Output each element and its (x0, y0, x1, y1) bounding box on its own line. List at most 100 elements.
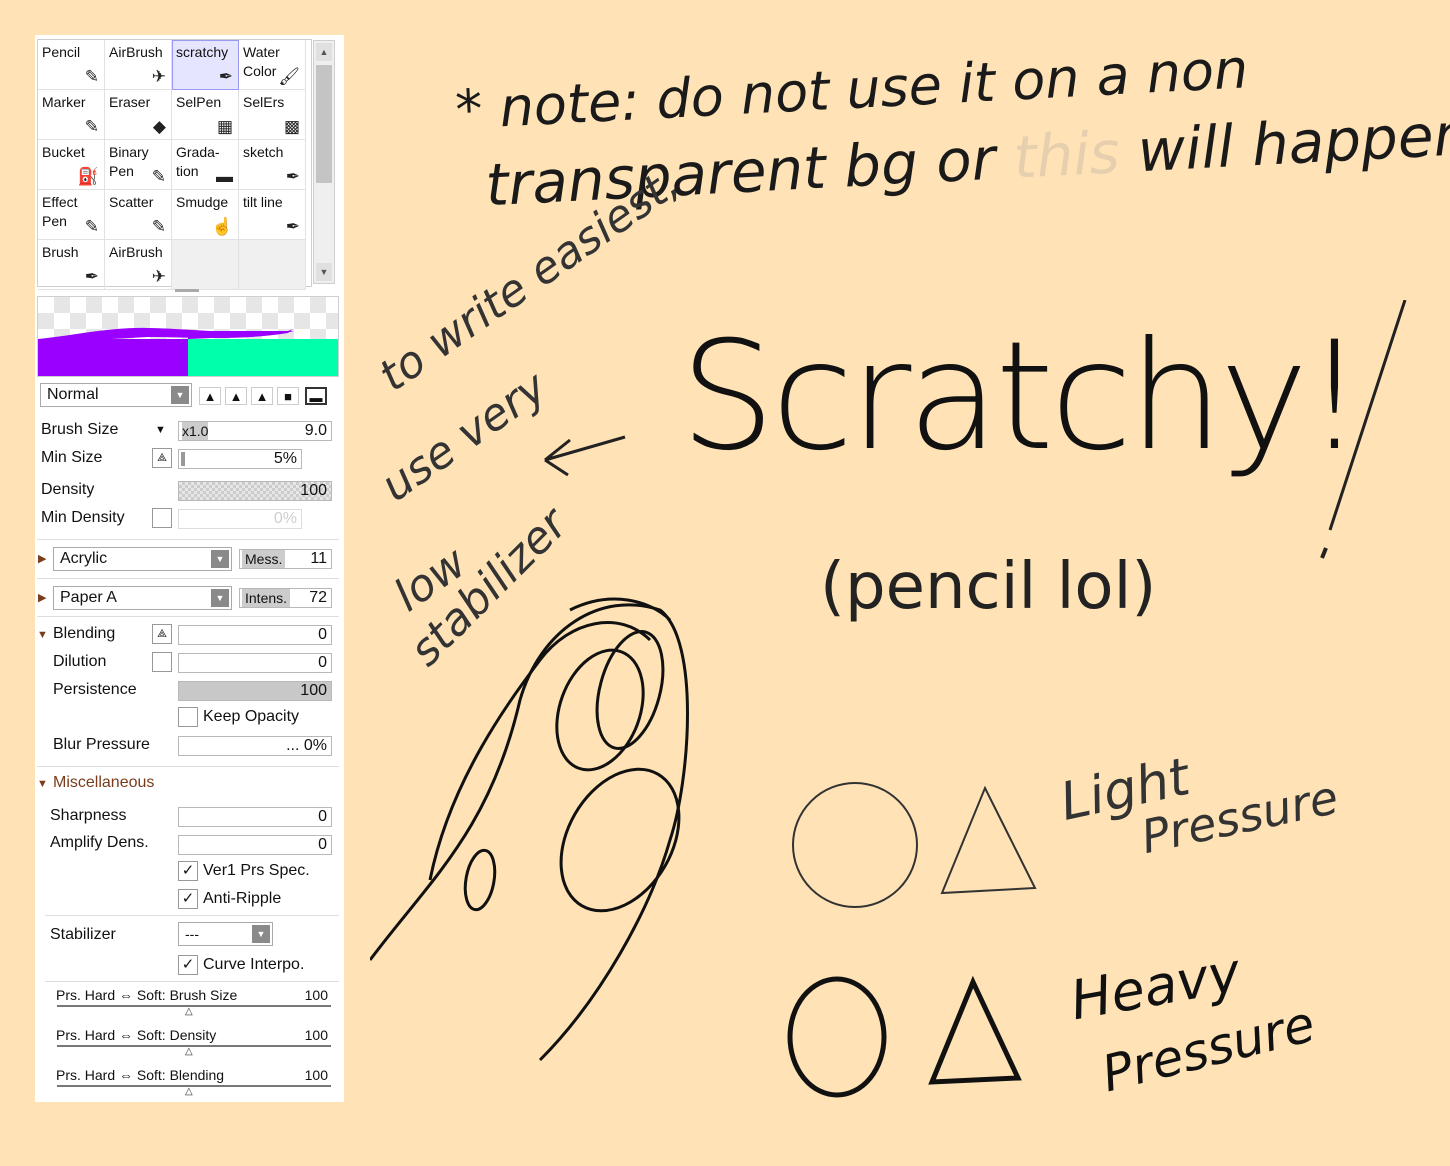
tool-brush[interactable]: Brush ✒ (38, 240, 105, 290)
tool-pencil[interactable]: Pencil ✎ (38, 40, 105, 90)
tool-eraser[interactable]: Eraser ◆ (105, 90, 172, 140)
brush-size-field[interactable]: x1.0 9.0 (178, 421, 332, 441)
collapse-triangle-icon[interactable]: ▼ (37, 778, 48, 790)
expand-triangle-icon[interactable]: ▶ (38, 591, 46, 604)
texture1-param-value: 11 (310, 550, 327, 567)
texture2-param-label: Intens. (242, 589, 291, 607)
tool-label: tilt line (243, 194, 283, 210)
pressure-icon[interactable]: ⟁ (152, 448, 172, 468)
texture2-select[interactable]: Paper A ▼ (53, 586, 232, 610)
note-line-2-part-a: transparent bg or (483, 124, 998, 220)
tool-scatter[interactable]: Scatter ✎ (105, 190, 172, 240)
blur-pressure-field[interactable]: ... 0% (178, 736, 332, 756)
tool-scratchy[interactable]: scratchy ✒ (172, 40, 239, 90)
chevron-down-icon[interactable]: ▼ (211, 589, 229, 607)
pressure-icon[interactable]: ⟁ (152, 624, 172, 644)
blend-mode-value: Normal (47, 386, 99, 403)
tool-grada-tion[interactable]: Grada- tion ▬ (172, 140, 239, 190)
prs-blending-slider[interactable]: △ (57, 1085, 331, 1097)
expand-triangle-icon[interactable]: ▶ (38, 552, 46, 565)
tool-label: Marker (42, 94, 86, 110)
curve-interpo-checkbox[interactable]: ✓ (178, 955, 198, 975)
texture2-value: Paper A (60, 589, 117, 606)
chevron-down-icon[interactable]: ▼ (211, 550, 229, 568)
tool-label: Scatter (109, 194, 154, 210)
sharpness-field[interactable]: 0 (178, 807, 332, 827)
tool-binary-pen[interactable]: Binary Pen ✎ (105, 140, 172, 190)
texture1-value: Acrylic (60, 550, 108, 567)
texture2-param-field[interactable]: Intens. 72 (239, 588, 332, 608)
texture1-select[interactable]: Acrylic ▼ (53, 547, 232, 571)
slider-knob-icon[interactable]: △ (185, 1047, 193, 1057)
slider-knob-icon[interactable]: △ (185, 1007, 193, 1017)
brush-shape-square[interactable]: ■ (277, 387, 299, 405)
persistence-label: Persistence (53, 681, 137, 698)
ver1-prs-spec-checkbox[interactable]: ✓ (178, 861, 198, 881)
note-line-2-part-c: will happen! (1136, 98, 1450, 186)
tool-bucket[interactable]: Bucket ⛽ (38, 140, 105, 190)
tool-airbrush[interactable]: AirBrush ✈ (105, 40, 172, 90)
blur-pressure-value: ... 0% (286, 737, 327, 754)
prs-brush-size-slider[interactable]: △ (57, 1005, 331, 1017)
min-density-label: Min Density (41, 509, 125, 526)
tool-empty-slot (239, 240, 306, 290)
keep-opacity-checkbox[interactable] (178, 707, 198, 727)
tool-selpen[interactable]: SelPen ▦ (172, 90, 239, 140)
brush-size-label: Brush Size (41, 421, 119, 438)
collapse-triangle-icon[interactable]: ▼ (37, 629, 48, 641)
prs-brush-size-label: Prs. Hard ⇔ Soft: Brush Size (56, 987, 238, 1003)
chevron-down-icon[interactable]: ▼ (171, 386, 189, 404)
brush-settings-panel: Pencil ✎ AirBrush ✈ scratchy ✒ Water Color 🖌 Mar… (35, 35, 344, 1102)
chevron-down-icon[interactable]: ▼ (252, 925, 270, 943)
brush-preview (37, 296, 339, 377)
tool-label: Smudge (176, 194, 229, 210)
prs-brush-size-value: 100 (304, 987, 328, 1003)
blending-field[interactable]: 0 (178, 625, 332, 645)
dilution-pressure-toggle[interactable] (152, 652, 172, 672)
arrow-doodle (544, 435, 626, 477)
tool-airbrush[interactable]: AirBrush ✈ (105, 240, 172, 290)
brush-shape-flat[interactable]: ▬ (305, 387, 327, 405)
min-density-field[interactable]: 0% (178, 509, 302, 529)
stabilizer-select[interactable]: --- ▼ (178, 922, 273, 946)
scroll-up-icon[interactable]: ▲ (316, 43, 332, 61)
anti-ripple-checkbox[interactable]: ✓ (178, 889, 198, 909)
pen-icon: ✒ (285, 217, 300, 236)
persistence-value: 100 (300, 682, 327, 699)
prs-density-value: 100 (304, 1027, 328, 1043)
tool-marker[interactable]: Marker ✎ (38, 90, 105, 140)
texture1-param-field[interactable]: Mess. 11 (239, 549, 332, 569)
pencil-icon: ✎ (84, 67, 99, 86)
brush-shape-soft[interactable]: ▲ (251, 387, 273, 405)
scroll-thumb[interactable] (316, 65, 332, 183)
airbrush-icon: ✈ (151, 67, 166, 86)
curve-interpo-label: Curve Interpo. (203, 956, 305, 973)
tool-scrollbar[interactable]: ▲ ▼ (313, 40, 335, 284)
tool-selers[interactable]: SelErs ▩ (239, 90, 306, 140)
pencil-icon: ✎ (151, 167, 166, 186)
tool-effect-pen[interactable]: Effect Pen ✎ (38, 190, 105, 240)
tool-label: Pencil (42, 44, 81, 60)
prs-density-slider[interactable]: △ (57, 1045, 331, 1057)
brush-size-dropdown-icon[interactable]: ▼ (155, 419, 166, 441)
pen-icon: ✒ (218, 67, 233, 86)
brush-size-multiplier[interactable]: x1.0 (182, 422, 209, 440)
density-field[interactable]: 100 (178, 481, 332, 501)
tool-tilt-line[interactable]: tilt line ✒ (239, 190, 306, 240)
persistence-field[interactable]: 100 (178, 681, 332, 701)
tool-sketch[interactable]: sketch ✒ (239, 140, 306, 190)
sharpness-label: Sharpness (50, 807, 127, 824)
misc-section-header[interactable]: Miscellaneous (53, 772, 154, 794)
tool-water-color[interactable]: Water Color 🖌 (239, 40, 306, 90)
dilution-field[interactable]: 0 (178, 653, 332, 673)
panel-resize-grip[interactable] (175, 289, 199, 292)
min-size-field[interactable]: 5% (178, 449, 302, 469)
brush-shape-round[interactable]: ▲ (225, 387, 247, 405)
amplify-dens-field[interactable]: 0 (178, 835, 332, 855)
blend-mode-select[interactable]: Normal ▼ (40, 383, 192, 407)
min-density-pressure-toggle[interactable] (152, 508, 172, 528)
scroll-down-icon[interactable]: ▼ (316, 263, 332, 281)
slider-knob-icon[interactable]: △ (185, 1087, 193, 1097)
tool-smudge[interactable]: Smudge ☝ (172, 190, 239, 240)
brush-shape-sharp[interactable]: ▲ (199, 387, 221, 405)
